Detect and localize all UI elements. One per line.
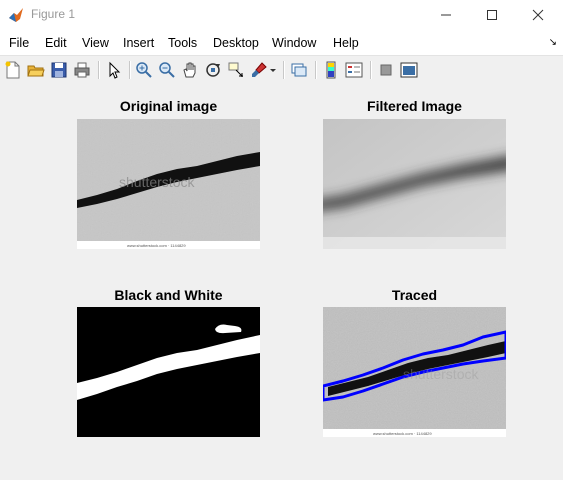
close-icon xyxy=(532,9,544,21)
hide-plot-tools-icon[interactable] xyxy=(377,61,395,79)
menu-window[interactable]: Window xyxy=(272,36,316,50)
link-plot-icon[interactable] xyxy=(290,61,308,79)
toolbar-separator xyxy=(129,61,131,79)
menu-help[interactable]: Help xyxy=(333,36,359,50)
filtered-image-title: Filtered Image xyxy=(367,98,462,114)
bw-image xyxy=(77,307,260,437)
toolbar-separator xyxy=(370,61,372,79)
menu-tools[interactable]: Tools xyxy=(168,36,197,50)
chevron-down-icon[interactable] xyxy=(268,61,278,79)
brush-icon[interactable] xyxy=(250,61,268,79)
minimize-icon xyxy=(441,14,451,16)
show-plot-tools-icon[interactable] xyxy=(400,61,418,79)
zoom-in-icon[interactable] xyxy=(135,61,153,79)
figure-canvas: Original image Filtered Image Black and … xyxy=(0,84,563,480)
watermark-text: shutterstock xyxy=(119,174,195,190)
original-image-title: Original image xyxy=(119,98,218,114)
original-image: shutterstock www.shutterstock.com · 1144… xyxy=(77,119,260,249)
new-figure-icon[interactable] xyxy=(4,61,22,79)
toolbar-separator xyxy=(98,61,100,79)
figure-toolbar xyxy=(0,55,563,85)
menu-file[interactable]: File xyxy=(9,36,29,50)
toolbar-separator xyxy=(315,61,317,79)
zoom-out-icon[interactable] xyxy=(158,61,176,79)
matlab-app-icon xyxy=(9,8,23,22)
menu-insert[interactable]: Insert xyxy=(123,36,154,50)
filtered-image xyxy=(323,119,506,249)
minimize-button[interactable] xyxy=(423,0,469,30)
watermark-caption: www.shutterstock.com · 1144829 xyxy=(373,431,432,436)
close-button[interactable] xyxy=(515,0,561,30)
insert-legend-icon[interactable] xyxy=(345,61,363,79)
toolbar-separator xyxy=(283,61,285,79)
maximize-button[interactable] xyxy=(469,0,515,30)
save-icon[interactable] xyxy=(50,61,68,79)
open-file-icon[interactable] xyxy=(27,61,45,79)
menu-view[interactable]: View xyxy=(82,36,109,50)
traced-image-title: Traced xyxy=(391,287,438,303)
menu-edit[interactable]: Edit xyxy=(45,36,67,50)
menu-bar: File Edit View Insert Tools Desktop Wind… xyxy=(0,32,563,54)
menu-desktop[interactable]: Desktop xyxy=(213,36,259,50)
traced-image: shutterstock www.shutterstock.com · 1144… xyxy=(323,307,506,437)
maximize-icon xyxy=(487,10,497,20)
rotate-3d-icon[interactable] xyxy=(204,61,222,79)
pan-hand-icon[interactable] xyxy=(181,61,199,79)
bw-image-title: Black and White xyxy=(114,287,223,303)
insert-colorbar-icon[interactable] xyxy=(322,61,340,79)
window-title: Figure 1 xyxy=(31,7,76,21)
data-cursor-icon[interactable] xyxy=(227,61,245,79)
title-bar: Figure 1 xyxy=(0,0,563,30)
dock-arrow-icon[interactable]: ↘ xyxy=(549,37,557,48)
print-icon[interactable] xyxy=(73,61,91,79)
select-arrow-icon[interactable] xyxy=(105,61,123,79)
watermark-text: shutterstock xyxy=(403,366,479,382)
watermark-caption: www.shutterstock.com · 1144829 xyxy=(127,243,186,248)
